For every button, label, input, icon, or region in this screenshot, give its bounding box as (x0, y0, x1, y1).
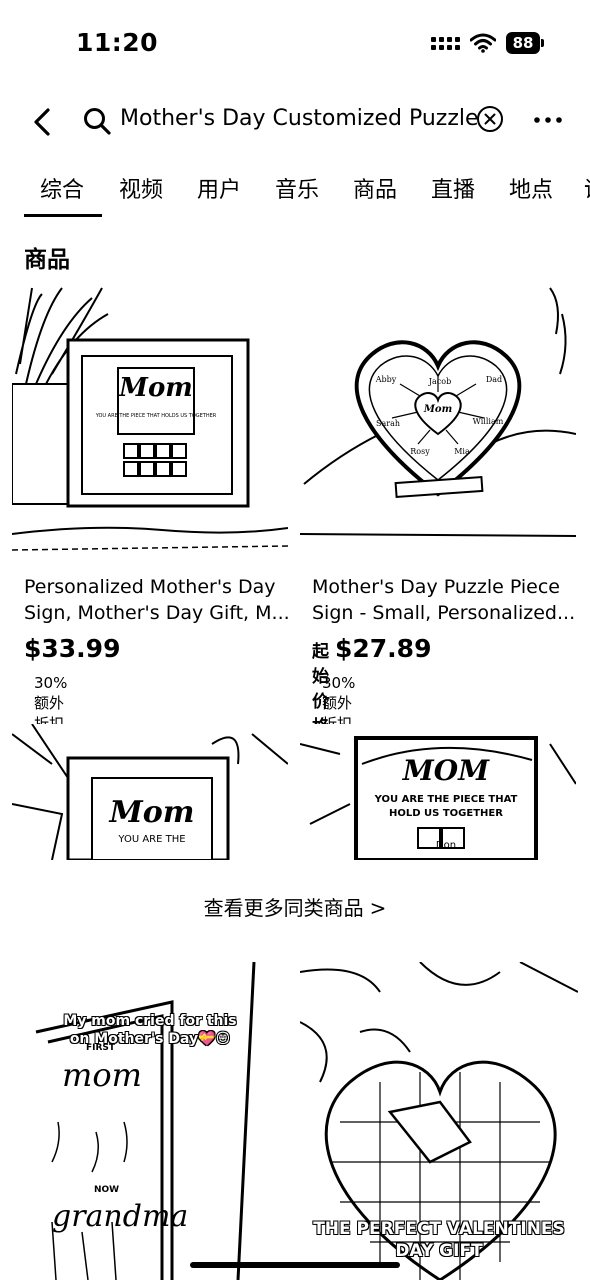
wifi-icon (470, 33, 496, 53)
svg-text:Mom: Mom (423, 404, 452, 415)
search-input[interactable]: Mother's Day Customized Puzzle (120, 106, 479, 131)
video-thumbnail[interactable]: FIRST mom NOW grandma My mom cried for t… (12, 962, 288, 1280)
tab-places[interactable]: 地点 (509, 172, 553, 204)
signal-icon (431, 36, 460, 50)
section-title: 商品 (24, 247, 70, 273)
see-more-label: 查看更多同类商品 (203, 896, 364, 920)
tab-videos[interactable]: 视频 (119, 172, 163, 204)
video-word-now: NOW (94, 1185, 119, 1195)
svg-text:William: William (473, 417, 504, 426)
status-time: 11:20 (76, 28, 159, 57)
tab-all[interactable]: 综合 (40, 172, 84, 204)
mom-script-text: Mom (118, 373, 193, 403)
battery-icon: 88 (506, 32, 544, 54)
svg-text:HOLD US TOGETHER: HOLD US TOGETHER (389, 808, 503, 819)
chevron-right-icon: > (369, 896, 387, 920)
tab-music[interactable]: 音乐 (275, 172, 319, 204)
tab-live[interactable]: 直播 (431, 172, 475, 204)
svg-text:YOU ARE THE PIECE THAT: YOU ARE THE PIECE THAT (374, 794, 518, 805)
product-image[interactable]: Mom YOU ARE THE PIECE THAT HOLDS US TOGE… (12, 284, 288, 560)
search-icon (84, 108, 111, 135)
see-more-products-link[interactable]: 查看更多同类商品 > (0, 892, 590, 921)
status-bar: 11:20 88 (0, 0, 590, 90)
tab-hashtags[interactable]: 话 (584, 172, 590, 204)
home-indicator (190, 1262, 400, 1268)
search-bar: Mother's Day Customized Puzzle (0, 96, 590, 148)
price-row: $33.99 (24, 634, 120, 663)
product-title[interactable]: Mother's Day Puzzle Piece Sign - Small, … (312, 574, 582, 626)
price: $33.99 (24, 634, 121, 663)
product-image[interactable]: MOM YOU ARE THE PIECE THAT HOLD US TOGET… (300, 724, 576, 860)
video-word-grandma: grandma (52, 1199, 188, 1234)
product-image[interactable]: Mom YOU ARE THE (12, 724, 288, 860)
status-icons: 88 (431, 32, 544, 54)
chevron-left-icon[interactable] (28, 106, 56, 138)
tab-users[interactable]: 用户 (197, 172, 241, 204)
mom-caps-text: MOM (402, 754, 490, 787)
svg-text:Don: Don (436, 840, 456, 851)
video-thumbnail[interactable]: THE PERFECT VALENTINES DAY GIFT (300, 962, 578, 1280)
more-dots-icon[interactable] (532, 108, 564, 132)
video-caption: My mom cried for this on Mother's Day💝😊 (63, 1013, 237, 1047)
mom-small-text: YOU ARE THE PIECE THAT HOLDS US TOGETHER (95, 413, 217, 419)
mom-small-text: YOU ARE THE (117, 834, 185, 845)
svg-text:Jacob: Jacob (428, 377, 451, 386)
video-caption: THE PERFECT VALENTINES DAY GIFT (313, 1219, 565, 1261)
clear-circle-icon[interactable] (476, 105, 504, 133)
product-title[interactable]: Personalized Mother's Day Sign, Mother's… (24, 574, 294, 626)
price: $27.89 (335, 634, 432, 663)
product-image[interactable]: Abby Jacob Dad Sarah William Rosy Mia Mo… (300, 284, 576, 560)
svg-text:Mia: Mia (454, 447, 470, 456)
svg-text:Abby: Abby (375, 375, 397, 384)
mom-script-text: Mom (109, 795, 195, 830)
active-tab-indicator (24, 214, 102, 217)
battery-level: 88 (506, 32, 540, 54)
svg-text:Rosy: Rosy (410, 447, 430, 456)
search-tabs: 综合 视频 用户 音乐 商品 直播 地点 话 (0, 168, 590, 218)
svg-text:Sarah: Sarah (376, 419, 400, 428)
tab-products[interactable]: 商品 (353, 172, 397, 204)
video-word-mom: mom (62, 1056, 142, 1094)
svg-text:Dad: Dad (486, 375, 502, 384)
